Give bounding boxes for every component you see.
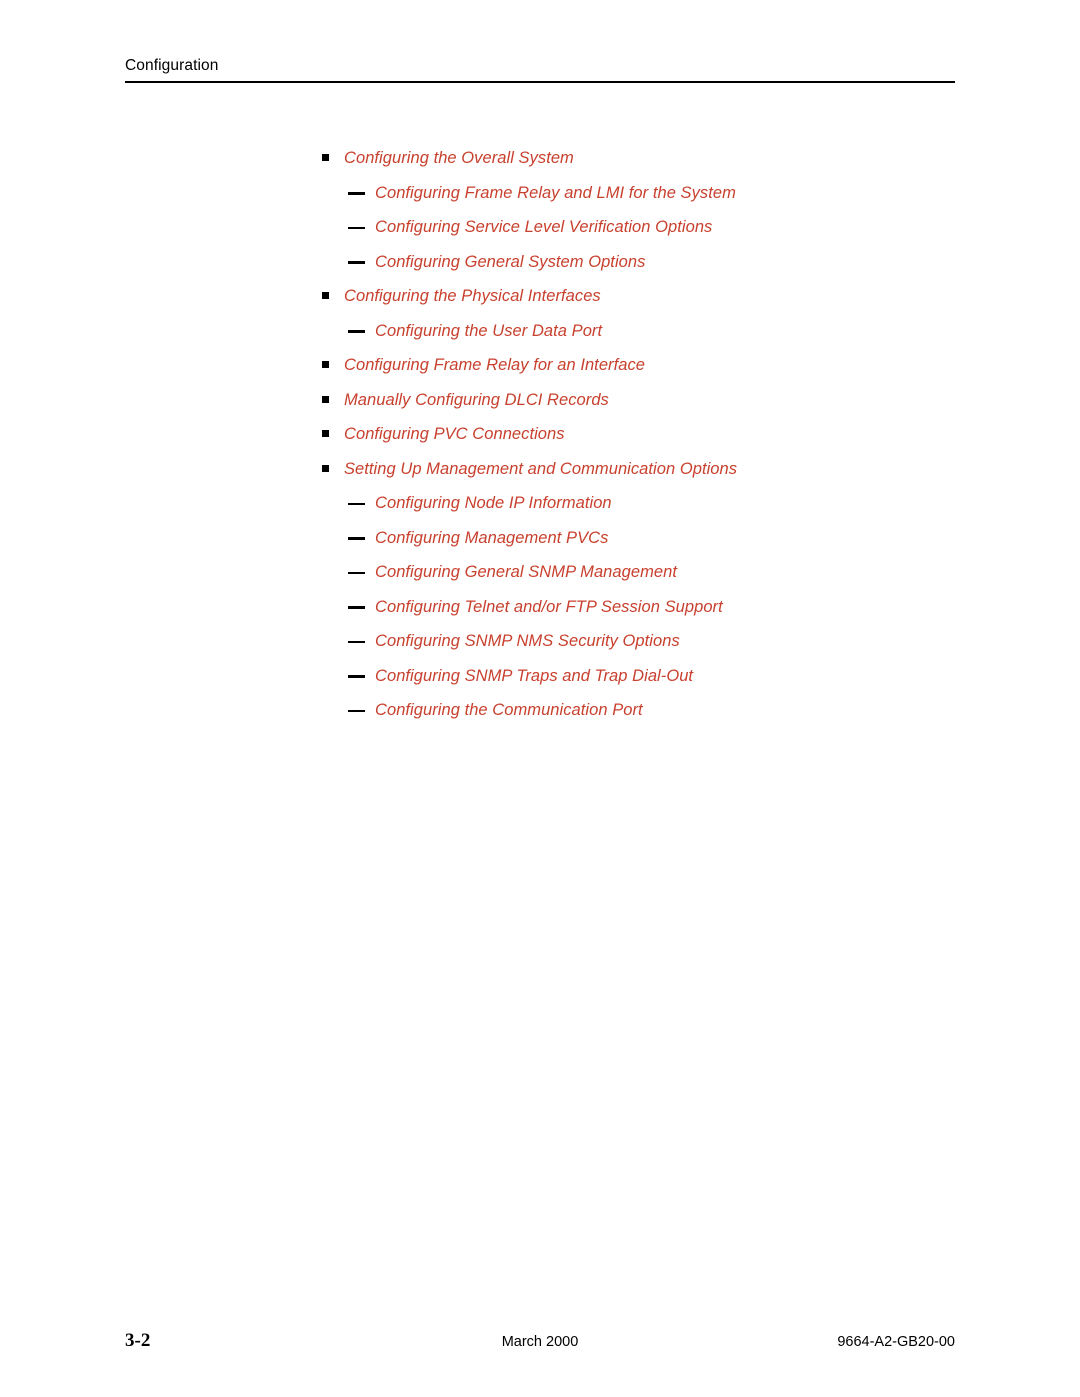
em-dash-icon bbox=[348, 226, 365, 229]
em-dash-icon bbox=[348, 709, 365, 712]
square-bullet-icon bbox=[322, 464, 329, 472]
header-divider bbox=[125, 81, 955, 83]
toc-item[interactable]: Configuring the Communication Port bbox=[0, 693, 1080, 728]
toc-item-label[interactable]: Configuring the Overall System bbox=[344, 141, 574, 176]
toc-item[interactable]: Manually Configuring DLCI Records bbox=[0, 383, 1080, 418]
toc-item[interactable]: Configuring Frame Relay for an Interface bbox=[0, 348, 1080, 383]
toc-item[interactable]: Configuring Service Level Verification O… bbox=[0, 210, 1080, 245]
toc-item[interactable]: Configuring General SNMP Management bbox=[0, 555, 1080, 590]
page-title: Configuration bbox=[125, 57, 219, 74]
em-dash-icon bbox=[348, 192, 365, 195]
toc-item-label[interactable]: Setting Up Management and Communication … bbox=[344, 452, 737, 487]
toc-item[interactable]: Configuring General System Options bbox=[0, 245, 1080, 280]
toc-item-label[interactable]: Configuring General System Options bbox=[375, 245, 645, 280]
toc-item[interactable]: Configuring SNMP NMS Security Options bbox=[0, 624, 1080, 659]
toc-item[interactable]: Configuring the User Data Port bbox=[0, 314, 1080, 349]
em-dash-icon bbox=[348, 606, 365, 609]
document-page: Configuration Configuring the Overall Sy… bbox=[0, 0, 1080, 1397]
page-footer: 3-2 March 2000 9664-A2-GB20-00 bbox=[125, 1329, 955, 1355]
running-header: Configuration bbox=[125, 56, 955, 75]
toc-item-label[interactable]: Configuring Frame Relay and LMI for the … bbox=[375, 176, 736, 211]
em-dash-icon bbox=[348, 640, 365, 643]
toc-item-label[interactable]: Configuring the User Data Port bbox=[375, 314, 602, 349]
em-dash-icon bbox=[348, 502, 365, 505]
square-bullet-icon bbox=[322, 430, 329, 437]
toc-item[interactable]: Configuring Management PVCs bbox=[0, 521, 1080, 556]
square-bullet-icon bbox=[322, 154, 329, 161]
toc-item[interactable]: Configuring the Physical Interfaces bbox=[0, 279, 1080, 314]
toc-item-label[interactable]: Configuring SNMP NMS Security Options bbox=[375, 624, 680, 659]
square-bullet-icon bbox=[322, 395, 329, 403]
toc-item[interactable]: Configuring SNMP Traps and Trap Dial-Out bbox=[0, 659, 1080, 694]
em-dash-icon bbox=[348, 571, 365, 574]
toc-item[interactable]: Configuring PVC Connections bbox=[0, 417, 1080, 452]
toc-item-label[interactable]: Configuring Frame Relay for an Interface bbox=[344, 348, 645, 383]
toc-item-label[interactable]: Configuring the Physical Interfaces bbox=[344, 279, 601, 314]
toc-item-label[interactable]: Manually Configuring DLCI Records bbox=[344, 383, 609, 418]
toc-item[interactable]: Configuring Node IP Information bbox=[0, 486, 1080, 521]
em-dash-icon bbox=[348, 675, 365, 678]
toc-item-label[interactable]: Configuring the Communication Port bbox=[375, 693, 643, 728]
footer-document-id: 9664-A2-GB20-00 bbox=[837, 1334, 955, 1350]
toc-item[interactable]: Configuring Telnet and/or FTP Session Su… bbox=[0, 590, 1080, 625]
em-dash-icon bbox=[348, 261, 365, 264]
square-bullet-icon bbox=[322, 292, 329, 299]
toc-item-label[interactable]: Configuring PVC Connections bbox=[344, 417, 565, 452]
footer-date: March 2000 bbox=[501, 1334, 579, 1350]
section-contents-list: Configuring the Overall System Configurin… bbox=[0, 141, 1080, 728]
toc-item-label[interactable]: Configuring Management PVCs bbox=[375, 521, 608, 556]
em-dash-icon bbox=[348, 537, 365, 540]
em-dash-icon bbox=[348, 330, 365, 333]
toc-item-label[interactable]: Configuring Telnet and/or FTP Session Su… bbox=[375, 590, 723, 625]
toc-item-label[interactable]: Configuring Node IP Information bbox=[375, 486, 612, 521]
toc-item-label[interactable]: Configuring Service Level Verification O… bbox=[375, 210, 712, 245]
toc-item-label[interactable]: Configuring SNMP Traps and Trap Dial-Out bbox=[375, 659, 693, 694]
square-bullet-icon bbox=[322, 361, 329, 368]
toc-item-label[interactable]: Configuring General SNMP Management bbox=[375, 555, 677, 590]
toc-item[interactable]: Setting Up Management and Communication … bbox=[0, 452, 1080, 487]
toc-item[interactable]: Configuring the Overall System bbox=[0, 141, 1080, 176]
toc-item[interactable]: Configuring Frame Relay and LMI for the … bbox=[0, 176, 1080, 211]
